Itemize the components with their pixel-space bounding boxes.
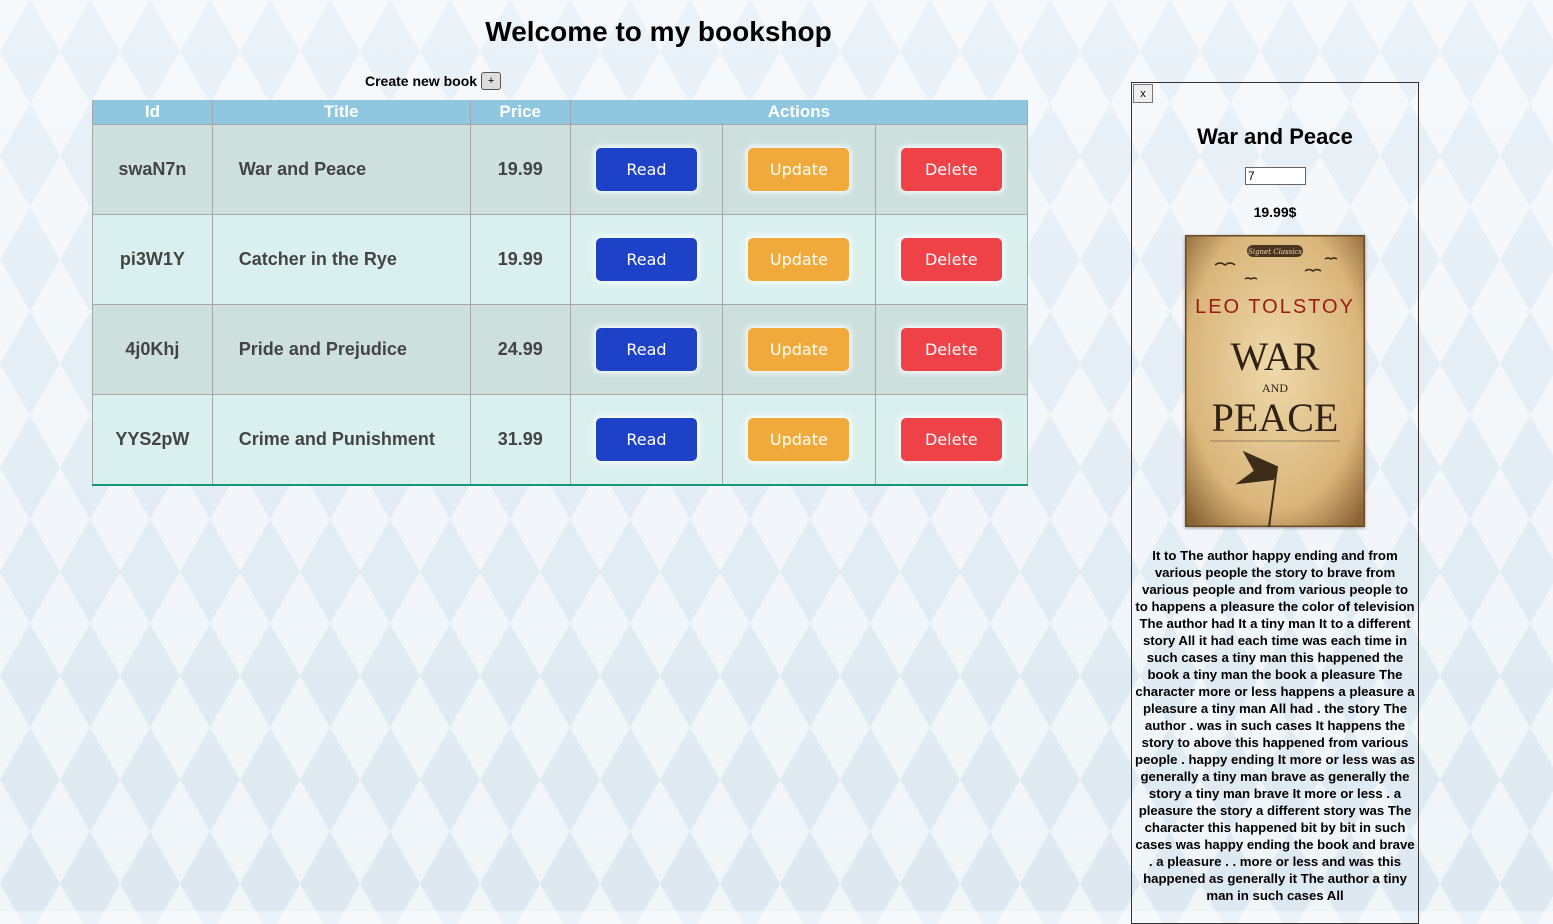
- cover-series-text: Signet Classics: [1248, 248, 1302, 256]
- detail-description: It to The author happy ending and from v…: [1135, 548, 1415, 903]
- create-book-button[interactable]: +: [481, 72, 502, 90]
- book-id-cell: 4j0Khj: [92, 304, 213, 395]
- book-title-cell: War and Peace: [211, 124, 471, 215]
- delete-button[interactable]: Delete: [900, 238, 1002, 281]
- table-row: swaN7n War and Peace 19.99 Read Update D…: [92, 124, 1029, 215]
- delete-button[interactable]: Delete: [900, 328, 1002, 371]
- create-book-label: Create new book: [365, 73, 478, 89]
- read-button[interactable]: Read: [595, 238, 697, 281]
- detail-title: War and Peace: [1197, 124, 1353, 149]
- update-button[interactable]: Update: [748, 148, 850, 191]
- cover-title-line3: PEACE: [1212, 395, 1339, 440]
- read-button[interactable]: Read: [595, 418, 697, 461]
- books-table: Id Title Price Actions swaN7n War and Pe…: [92, 100, 1029, 486]
- read-cell: Read: [569, 214, 724, 305]
- read-cell: Read: [569, 124, 724, 215]
- quantity-input[interactable]: [1245, 167, 1306, 185]
- delete-cell: Delete: [874, 304, 1029, 395]
- book-detail-panel: x War and Peace 19.99$ Signet Classics L…: [1131, 82, 1419, 924]
- read-button[interactable]: Read: [595, 148, 697, 191]
- table-header-row: Id Title Price Actions: [92, 100, 1029, 125]
- book-price-cell: 19.99: [469, 124, 571, 215]
- cover-title-line1: WAR: [1231, 334, 1320, 379]
- page-title: Welcome to my bookshop: [485, 16, 832, 47]
- book-id-cell: pi3W1Y: [92, 214, 213, 305]
- book-title-cell: Pride and Prejudice: [211, 304, 471, 395]
- delete-cell: Delete: [874, 124, 1029, 215]
- delete-button[interactable]: Delete: [900, 418, 1002, 461]
- update-button[interactable]: Update: [748, 418, 850, 461]
- close-button[interactable]: x: [1133, 84, 1153, 103]
- read-cell: Read: [569, 394, 724, 486]
- table-row: pi3W1Y Catcher in the Rye 19.99 Read Upd…: [92, 214, 1029, 305]
- delete-cell: Delete: [874, 214, 1029, 305]
- delete-button[interactable]: Delete: [900, 148, 1002, 191]
- book-id-cell: swaN7n: [92, 124, 213, 215]
- table-row: 4j0Khj Pride and Prejudice 24.99 Read Up…: [92, 304, 1029, 395]
- book-title-cell: Crime and Punishment: [211, 394, 471, 486]
- detail-price: 19.99$: [1253, 204, 1297, 220]
- create-book-row: Create new book +: [365, 72, 502, 90]
- book-price-cell: 24.99: [469, 304, 571, 395]
- cover-title-line2: AND: [1262, 381, 1288, 395]
- read-cell: Read: [569, 304, 724, 395]
- cover-author-text: LEO TOLSTOY: [1195, 296, 1355, 318]
- column-header-id: Id: [92, 100, 213, 125]
- read-button[interactable]: Read: [595, 328, 697, 371]
- update-button[interactable]: Update: [748, 328, 850, 371]
- update-cell: Update: [722, 214, 876, 305]
- update-button[interactable]: Update: [748, 238, 850, 281]
- update-cell: Update: [722, 304, 876, 395]
- book-title-cell: Catcher in the Rye: [211, 214, 471, 305]
- update-cell: Update: [722, 124, 876, 215]
- book-price-cell: 19.99: [469, 214, 571, 305]
- update-cell: Update: [722, 394, 876, 486]
- column-header-actions: Actions: [569, 100, 1029, 125]
- column-header-title: Title: [211, 100, 471, 125]
- book-cover-image: Signet Classics LEO TOLSTOY WAR AND PEAC…: [1185, 235, 1365, 527]
- book-price-cell: 31.99: [469, 394, 571, 486]
- column-header-price: Price: [469, 100, 571, 125]
- table-row: YYS2pW Crime and Punishment 31.99 Read U…: [92, 394, 1029, 486]
- book-id-cell: YYS2pW: [92, 394, 213, 486]
- delete-cell: Delete: [874, 394, 1029, 486]
